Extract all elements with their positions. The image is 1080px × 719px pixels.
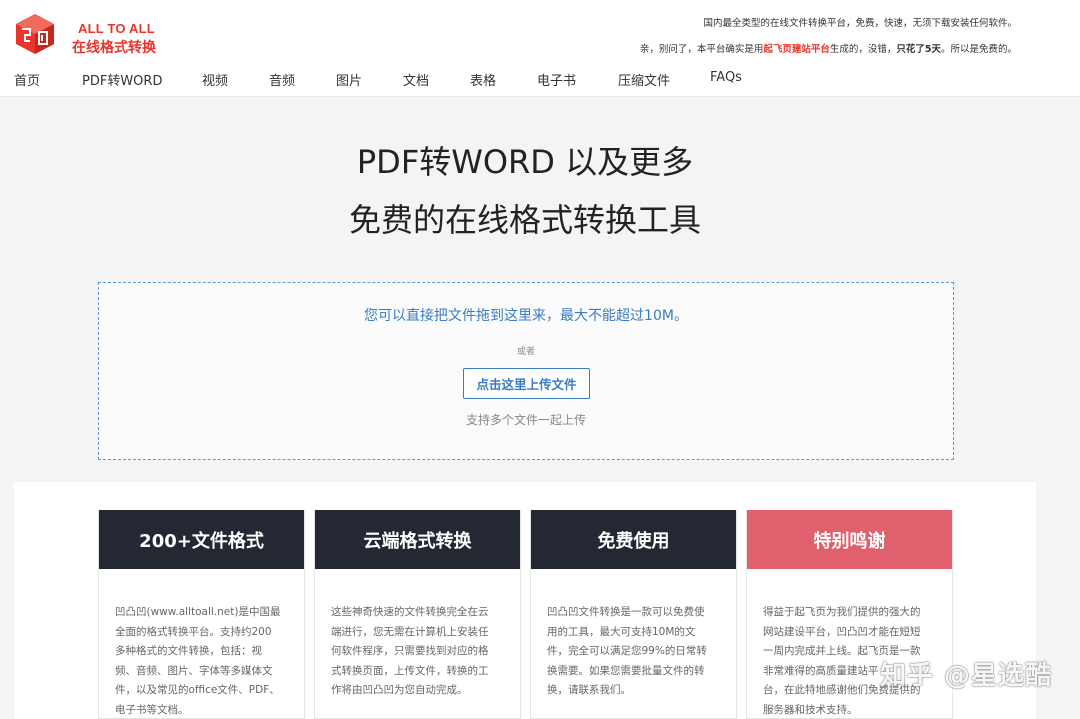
nav-item-ebook[interactable]: 电子书: [537, 70, 576, 89]
notice-text: 生成的，没错，: [829, 44, 897, 55]
hero-title-line2: 免费的在线格式转换工具: [348, 201, 701, 239]
notice-text: 亲，别问了，本平台确实是用: [639, 44, 764, 55]
card-line: 式转换页面，上传文件，转换的工: [331, 664, 489, 677]
nav-item-pdf-to-word[interactable]: PDF转WORD: [82, 70, 162, 89]
card-line: 电子书等文档。: [115, 703, 189, 716]
notice-bold: 只花了5天: [896, 44, 941, 55]
card-line: 服务器和技术支持。: [763, 703, 858, 716]
site-header: ALL TO ALL 在线格式转换 国内最全类型的在线文件转换平台，免费，快速，…: [0, 0, 1080, 97]
upload-file-button[interactable]: 点击这里上传文件: [463, 368, 590, 399]
card-line: 频、音频、图片、字体等多媒体文: [115, 664, 273, 677]
feature-card-text: 凹凸凹文件转换是一款可以免费使 用的工具，最大可支持10M的文 件，完全可以满足…: [531, 569, 736, 701]
nav-item-document[interactable]: 文档: [403, 70, 429, 89]
main-nav: 首页 PDF转WORD 视频 音频 图片 文档 表格 电子书 压缩文件 FAQs: [0, 70, 1080, 90]
card-line: 何软件程序，只需要找到对应的格: [331, 645, 489, 657]
card-line: 凹凸凹(www.alltoall.net)是中国最: [115, 606, 281, 618]
notice-text: 。所以是免费的。: [940, 44, 1017, 55]
brand-name-cn: 在线格式转换: [72, 40, 156, 56]
header-notice-bottom: 亲，别问了，本平台确实是用起飞页建站平台生成的，没错，只花了5天。所以是免费的。: [640, 41, 1017, 55]
nav-item-video[interactable]: 视频: [202, 70, 228, 89]
multi-upload-note: 支持多个文件一起上传: [465, 413, 586, 427]
or-separator: 或者: [516, 347, 535, 357]
feature-card-title: 200+文件格式: [99, 510, 304, 569]
brand-name-en: ALL TO ALL: [78, 21, 155, 36]
feature-card-cloud: 云端格式转换 这些神奇快速的文件转换完全在云 端进行，您无需在计算机上安装任 何…: [314, 510, 521, 719]
alltoall-logo-icon[interactable]: [13, 12, 57, 56]
hero-title-line1: PDF转WORD 以及更多: [356, 143, 694, 181]
feature-card-title: 特别鸣谢: [747, 510, 952, 569]
qifeiye-link[interactable]: 起飞页建站平台: [763, 44, 830, 55]
card-line: 件，完全可以满足您99%的日常转: [547, 645, 707, 657]
drop-hint: 您可以直接把文件拖到这里来，最大不能超过10M。: [364, 308, 688, 324]
zhihu-watermark: 知乎 @星选酷: [879, 661, 1052, 691]
card-line: 用的工具，最大可支持10M的文: [547, 625, 696, 638]
card-line: 件，以及常见的office文件、PDF、: [115, 684, 280, 696]
card-line: 换需要。如果您需要批量文件的转: [547, 664, 705, 677]
nav-item-spreadsheet[interactable]: 表格: [470, 70, 496, 89]
card-line: 全面的格式转换平台。支持约200: [115, 625, 272, 638]
card-line: 作将由凹凸凹为您自动完成。: [331, 684, 468, 696]
nav-item-archive[interactable]: 压缩文件: [618, 70, 670, 89]
feature-card-text: 这些神奇快速的文件转换完全在云 端进行，您无需在计算机上安装任 何软件程序，只需…: [315, 569, 520, 701]
nav-item-audio[interactable]: 音频: [269, 70, 295, 89]
feature-card-text: 得益于起飞页为我们提供的强大的 网站建设平台，凹凸凹才能在短短 一周内完成并上线…: [747, 569, 952, 719]
card-line: 多种格式的文件转换，包括：视: [115, 645, 262, 657]
card-line: 得益于起飞页为我们提供的强大的: [763, 606, 921, 618]
card-line: 端进行，您无需在计算机上安装任: [331, 625, 489, 638]
feature-card-formats: 200+文件格式 凹凸凹(www.alltoall.net)是中国最 全面的格式…: [98, 510, 305, 719]
feature-card-free: 免费使用 凹凸凹文件转换是一款可以免费使 用的工具，最大可支持10M的文 件，完…: [530, 510, 737, 719]
card-line: 这些神奇快速的文件转换完全在云: [331, 606, 489, 618]
feature-card-title: 免费使用: [531, 510, 736, 569]
feature-card-title: 云端格式转换: [315, 510, 520, 569]
nav-item-faqs[interactable]: FAQs: [710, 70, 742, 85]
card-line: 换，请联系我们。: [547, 684, 631, 696]
feature-card-text: 凹凸凹(www.alltoall.net)是中国最 全面的格式转换平台。支持约2…: [99, 569, 304, 719]
nav-item-image[interactable]: 图片: [336, 70, 362, 89]
card-line: 凹凸凹文件转换是一款可以免费使: [547, 606, 705, 618]
header-notice-top: 国内最全类型的在线文件转换平台，免费，快速，无须下载安装任何软件。: [703, 18, 1017, 29]
card-line: 网站建设平台，凹凸凹才能在短短: [763, 625, 921, 638]
nav-item-home[interactable]: 首页: [14, 70, 40, 89]
file-drop-zone[interactable]: 您可以直接把文件拖到这里来，最大不能超过10M。 或者 点击这里上传文件 支持多…: [98, 282, 954, 460]
